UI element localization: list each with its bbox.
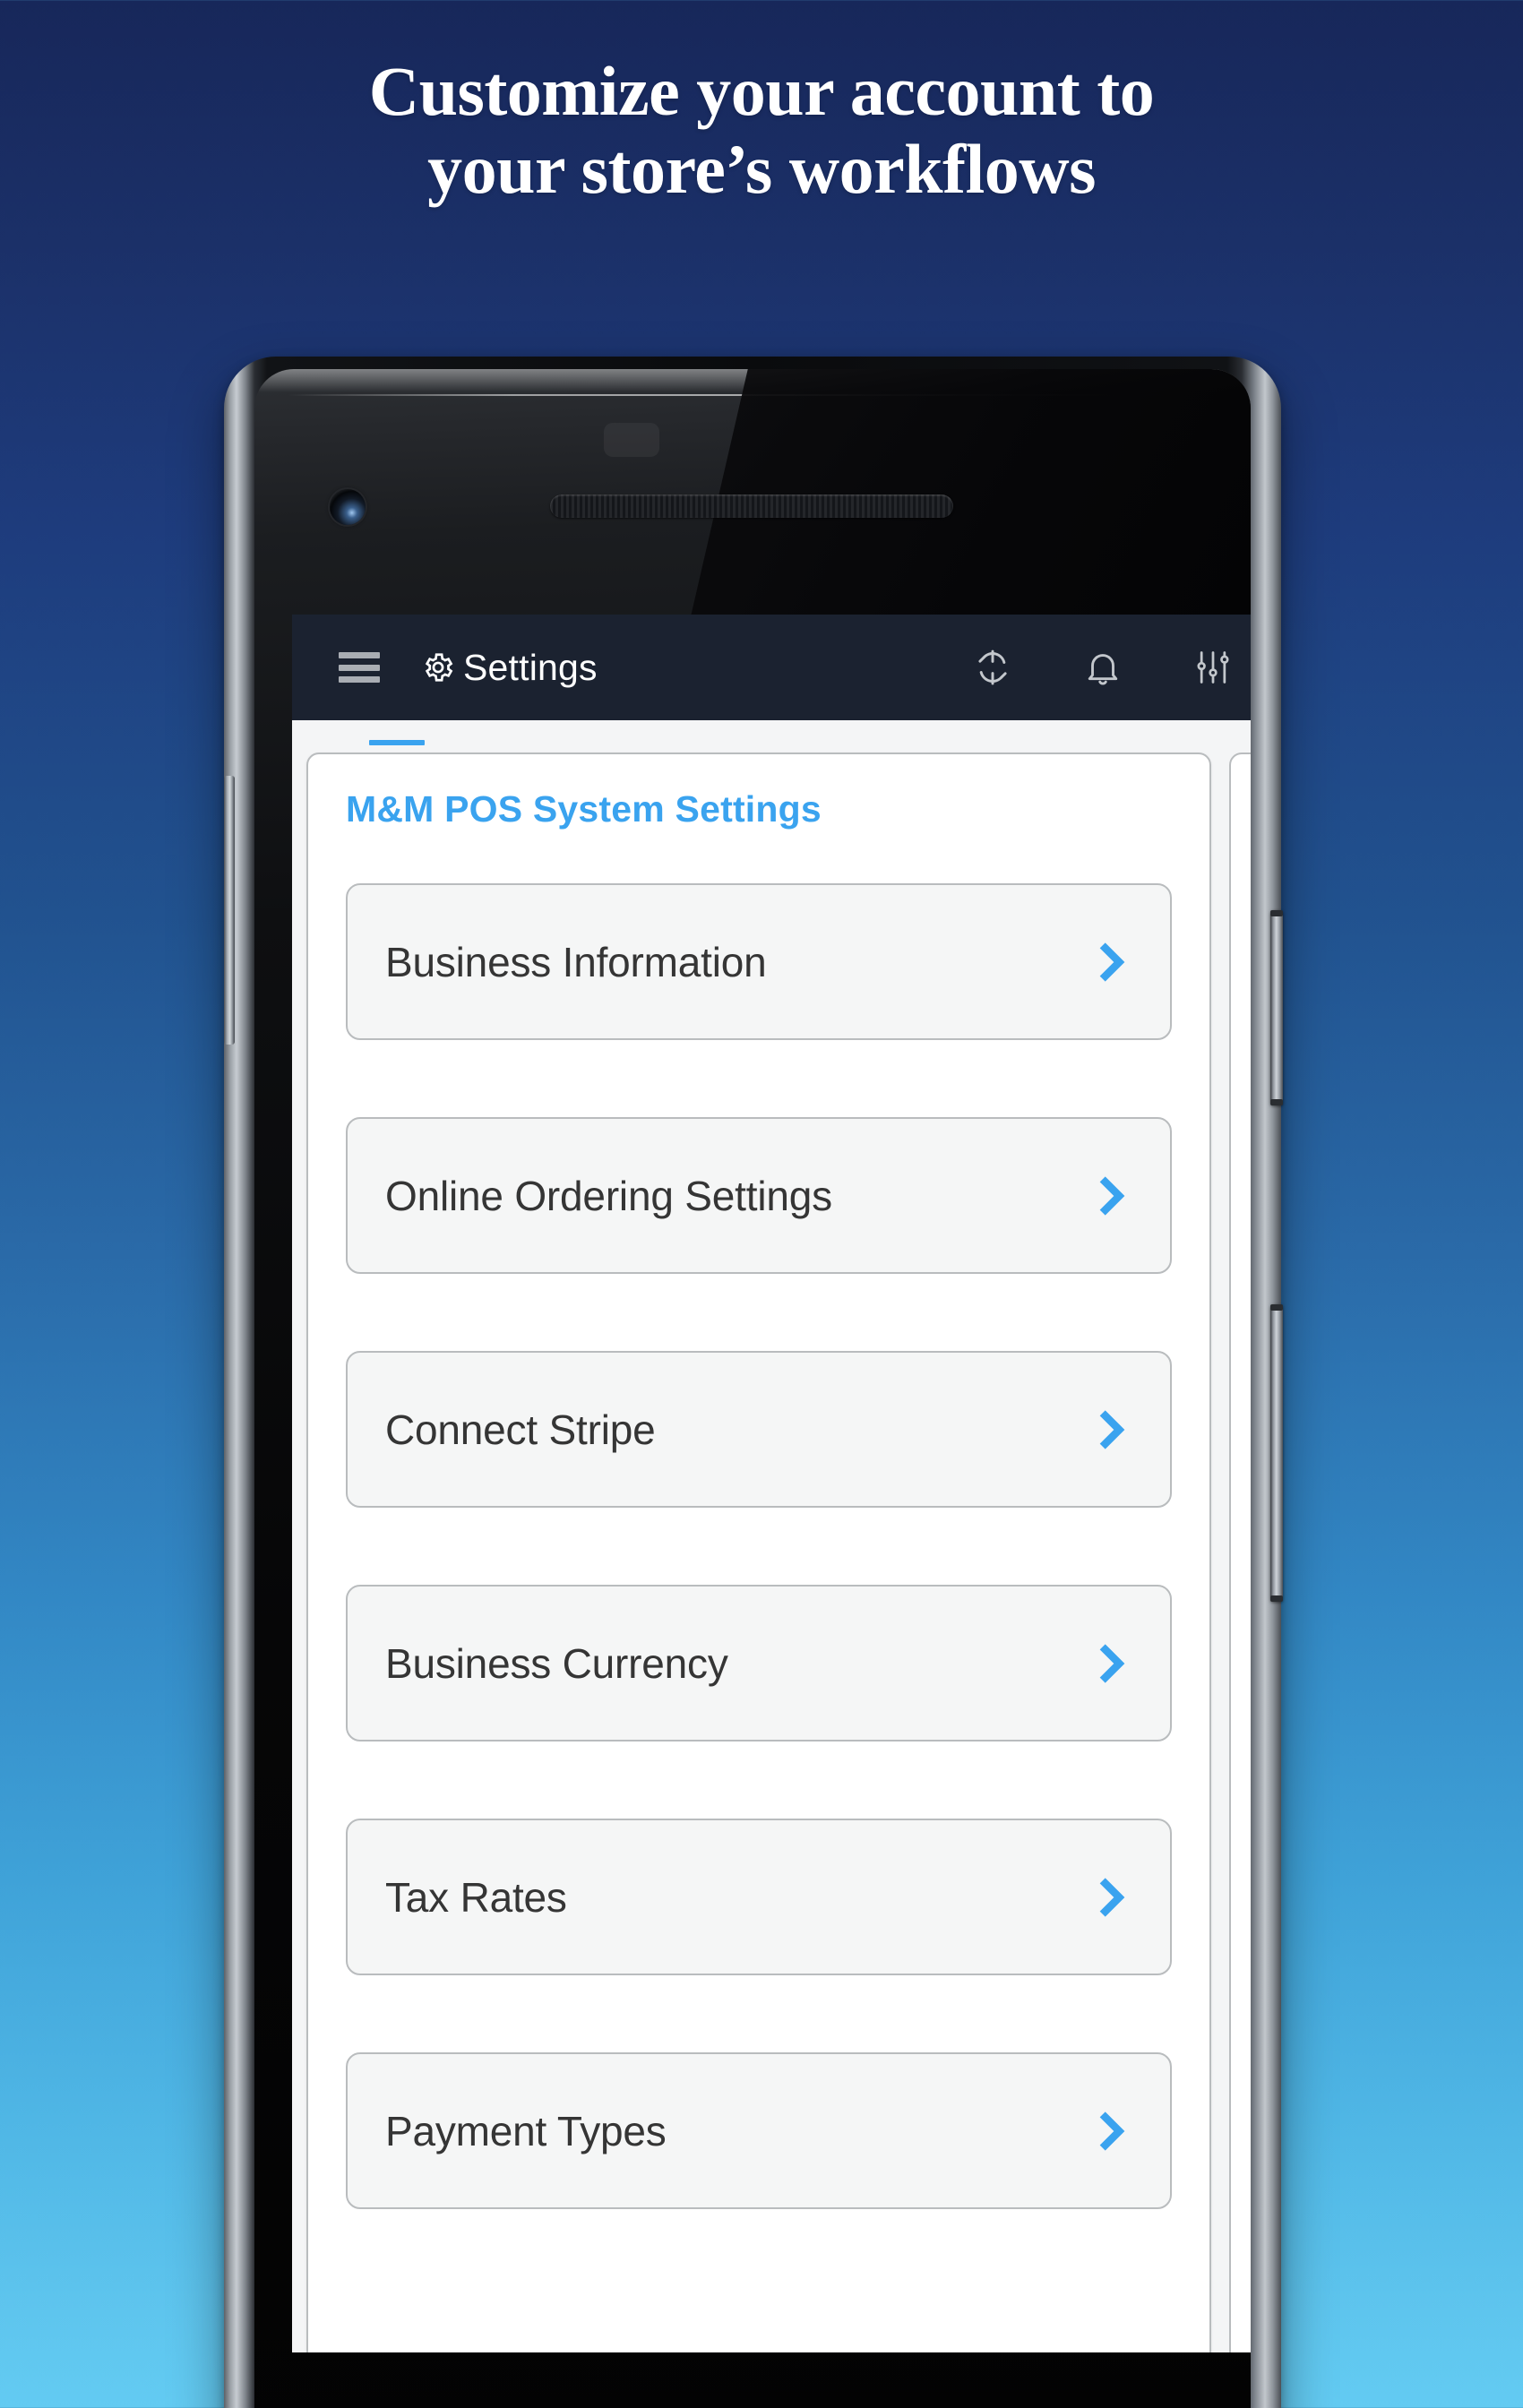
settings-list: Business Information Online Ordering Set… xyxy=(346,883,1172,2286)
hamburger-bar xyxy=(339,652,380,658)
chevron-right-icon[interactable] xyxy=(1089,940,1134,985)
hamburger-bar xyxy=(339,664,380,671)
app-bar: Settings xyxy=(292,615,1251,720)
earpiece-speaker xyxy=(550,494,953,518)
app-bar-actions xyxy=(973,647,1233,688)
settings-row-payment-types[interactable]: Payment Types xyxy=(346,2052,1172,2209)
front-camera xyxy=(330,489,366,525)
chevron-right-icon[interactable] xyxy=(1089,2109,1134,2154)
settings-row-connect-stripe[interactable]: Connect Stripe xyxy=(346,1351,1172,1508)
settings-row-business-information[interactable]: Business Information xyxy=(346,883,1172,1040)
phone-front-glass: Settings M&M POS System Settings Busines… xyxy=(254,369,1251,2408)
power-button[interactable] xyxy=(1270,910,1283,1105)
chevron-right-icon[interactable] xyxy=(1089,1875,1134,1920)
settings-row-business-currency[interactable]: Business Currency xyxy=(346,1585,1172,1742)
settings-row-label: Business Information xyxy=(385,938,767,985)
settings-row-label: Tax Rates xyxy=(385,1873,567,1921)
phone-mockup: Settings M&M POS System Settings Busines… xyxy=(224,357,1283,2408)
chevron-right-icon[interactable] xyxy=(1089,1641,1134,1686)
app-bar-title-group: Settings xyxy=(421,647,598,689)
settings-row-tax-rates[interactable]: Tax Rates xyxy=(346,1819,1172,1975)
proximity-sensor xyxy=(604,423,659,457)
hamburger-menu-icon[interactable] xyxy=(339,652,380,683)
page-body: M&M POS System Settings Business Informa… xyxy=(292,720,1251,2352)
sim-tray xyxy=(224,776,235,1045)
sync-icon[interactable] xyxy=(973,648,1012,687)
chevron-right-icon[interactable] xyxy=(1089,1174,1134,1218)
chevron-right-icon[interactable] xyxy=(1089,1407,1134,1452)
card-title: M&M POS System Settings xyxy=(346,788,822,830)
app-bar-title: Settings xyxy=(463,646,598,688)
settings-row-label: Payment Types xyxy=(385,2107,667,2154)
settings-row-label: Business Currency xyxy=(385,1639,728,1687)
settings-card-secondary[interactable] xyxy=(1229,752,1251,2352)
settings-card: M&M POS System Settings Business Informa… xyxy=(306,752,1211,2352)
volume-button[interactable] xyxy=(1270,1304,1283,1602)
promo-headline: Customize your account to your store’s w… xyxy=(368,52,1155,209)
settings-row-label: Online Ordering Settings xyxy=(385,1172,832,1219)
sliders-icon[interactable] xyxy=(1193,648,1233,687)
settings-row-online-ordering-settings[interactable]: Online Ordering Settings xyxy=(346,1117,1172,1274)
settings-row-label: Connect Stripe xyxy=(385,1406,656,1453)
bell-icon[interactable] xyxy=(1082,647,1123,688)
gear-icon xyxy=(425,653,453,682)
accent-bar xyxy=(369,740,425,745)
device-screen: Settings M&M POS System Settings Busines… xyxy=(292,615,1251,2352)
hamburger-bar xyxy=(339,676,380,683)
